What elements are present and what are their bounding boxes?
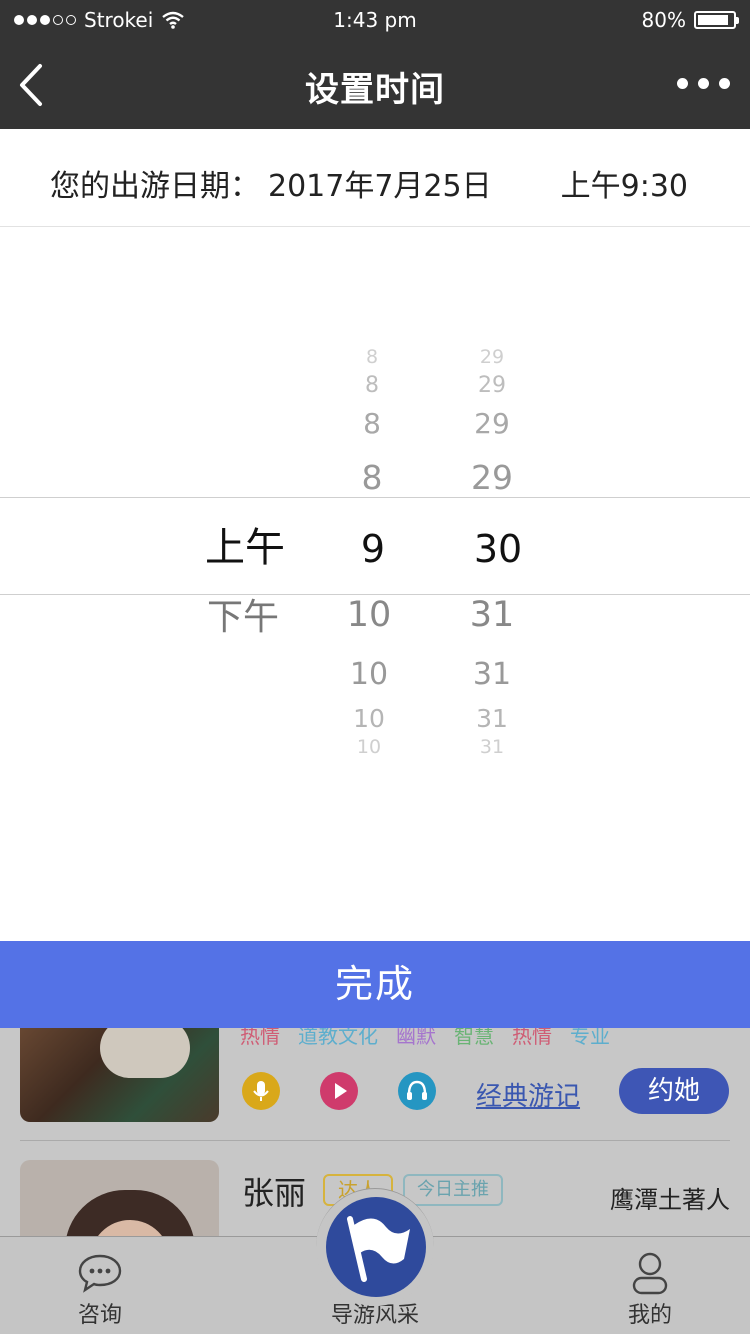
- battery-percent: 80%: [641, 8, 686, 32]
- status-time: 1:43 pm: [333, 8, 417, 32]
- picker-minute-option[interactable]: 29: [480, 348, 504, 367]
- picker-hour-option[interactable]: 8: [365, 375, 379, 397]
- picker-hour-selected[interactable]: 9: [361, 530, 385, 568]
- tag: 智慧: [454, 1028, 494, 1048]
- guide-description: 鹰潭土著人: [610, 1186, 730, 1214]
- picker-minute-option[interactable]: 31: [470, 598, 515, 633]
- picker-hour-option[interactable]: 10: [347, 598, 392, 633]
- battery-icon: [694, 11, 739, 29]
- picker-hour-option[interactable]: 8: [362, 461, 383, 494]
- tag: 专业: [570, 1028, 610, 1048]
- status-bar: Strokei 1:43 pm 80%: [0, 0, 750, 40]
- picker-minute-option[interactable]: 31: [476, 706, 508, 731]
- headphones-icon[interactable]: [398, 1072, 436, 1110]
- picker-hour-option[interactable]: 10: [350, 660, 388, 690]
- picker-hour-option[interactable]: 8: [366, 348, 378, 367]
- picker-hour-option[interactable]: 10: [357, 738, 381, 757]
- guide-name: 张丽: [242, 1174, 307, 1212]
- nav-bar: 设置时间: [0, 40, 750, 129]
- picker-hour-option[interactable]: 8: [363, 410, 381, 438]
- picker-minute-option[interactable]: 29: [474, 410, 510, 438]
- picker-hour-option[interactable]: 10: [353, 706, 385, 731]
- picker-minute-option[interactable]: 29: [478, 375, 506, 397]
- chat-bubble-icon: [78, 1254, 122, 1293]
- selected-datetime-bar: 您的出游日期： 2017年7月25日 上午9:30: [0, 129, 750, 227]
- travel-notes-link[interactable]: 经典游记: [476, 1076, 580, 1113]
- page-title: 设置时间: [305, 70, 445, 110]
- picker-minute-option[interactable]: 31: [480, 738, 504, 757]
- time-picker[interactable]: 上午 下午 8 8 8 8 9 10 10 10 10 29 29 29 29 …: [0, 228, 750, 941]
- picker-minute-option[interactable]: 31: [473, 660, 511, 690]
- tab-mine-label: 我的: [627, 1303, 672, 1328]
- travel-time-value: 上午9:30: [560, 169, 688, 204]
- picker-minute-selected[interactable]: 30: [474, 530, 522, 568]
- tag: 热情: [512, 1028, 552, 1048]
- travel-date-value: 2017年7月25日: [268, 169, 492, 204]
- book-guide-button[interactable]: 约她: [619, 1068, 729, 1114]
- user-icon: [632, 1252, 668, 1295]
- guide-tags: 热情 道教文化 幽默 智慧 热情 专业: [240, 1028, 610, 1049]
- tag: 幽默: [396, 1028, 436, 1048]
- picker-period-option[interactable]: 下午: [207, 600, 279, 636]
- picker-period-selected[interactable]: 上午: [205, 528, 285, 568]
- tag: 热情: [240, 1028, 280, 1048]
- tab-mine[interactable]: 我的: [590, 1237, 710, 1334]
- list-divider: [20, 1140, 730, 1141]
- microphone-icon[interactable]: [242, 1072, 280, 1110]
- travel-date-label: 您的出游日期：: [50, 169, 260, 204]
- play-icon[interactable]: [320, 1072, 358, 1110]
- done-button[interactable]: 完成: [0, 941, 750, 1028]
- tab-consult[interactable]: 咨询: [40, 1237, 160, 1334]
- tab-consult-label: 咨询: [77, 1303, 122, 1328]
- picker-minute-option[interactable]: 29: [471, 461, 513, 494]
- more-options-icon[interactable]: [677, 78, 730, 89]
- guide-photo: [20, 1160, 219, 1236]
- picker-selection-line-top: [0, 497, 750, 498]
- tag: 道教文化: [298, 1028, 378, 1048]
- flag-icon[interactable]: [326, 1197, 426, 1297]
- guide-photo: [20, 1028, 219, 1122]
